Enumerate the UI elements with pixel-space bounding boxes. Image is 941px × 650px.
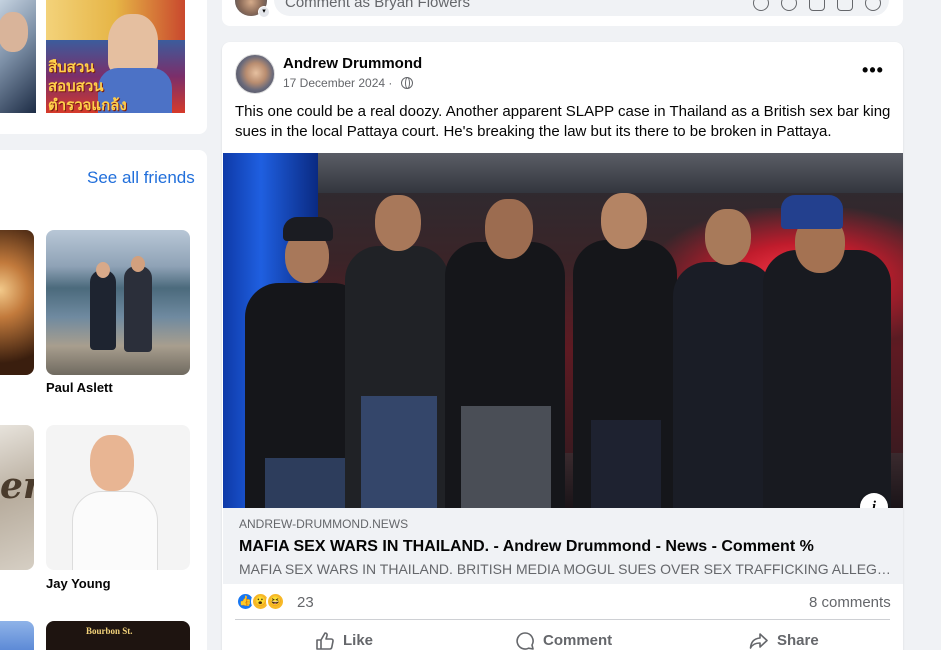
photo-caption-thai: สืบสวนสอบสวน ตำรวจแกล้ง [48, 58, 127, 113]
thumbs-up-icon [316, 632, 334, 650]
photo-thumbnail[interactable] [0, 0, 36, 113]
post-text: This one could be a real doozy. Another … [235, 103, 891, 140]
friend-tile[interactable] [0, 230, 34, 375]
friend-name[interactable]: Paul Aslett [46, 380, 113, 395]
friend-tile-jay-young[interactable] [46, 425, 190, 570]
divider [235, 619, 890, 620]
link-title[interactable]: MAFIA SEX WARS IN THAILAND. - Andrew Dru… [239, 538, 814, 556]
friends-card [0, 150, 207, 650]
photo-thumbnail[interactable]: สืบสวนสอบสวน ตำรวจแกล้ง [46, 0, 185, 113]
chevron-down-icon[interactable]: ▾ [258, 6, 270, 18]
author-name[interactable]: Andrew Drummond [283, 55, 422, 72]
see-all-friends-link[interactable]: See all friends [87, 168, 195, 188]
friend-name[interactable]: Jay Young [46, 576, 111, 591]
post-image[interactable] [223, 153, 903, 508]
friend-tile-paul-aslett[interactable] [46, 230, 190, 375]
bar-sign-text: Bourbon St. [86, 626, 133, 636]
like-button[interactable]: Like [315, 630, 395, 650]
comment-label: Comment [543, 632, 613, 649]
like-label: Like [343, 632, 374, 649]
friend-tile[interactable] [0, 621, 34, 650]
share-label: Share [777, 632, 819, 649]
share-arrow-icon [749, 633, 768, 649]
share-button[interactable]: Share [749, 630, 839, 650]
link-description: MAFIA SEX WARS IN THAILAND. BRITISH MEDI… [239, 561, 889, 577]
globe-icon [401, 77, 413, 89]
gif-icon[interactable] [837, 0, 853, 11]
post-date[interactable]: 17 December 2024 · [283, 76, 392, 90]
camera-icon[interactable] [809, 0, 825, 11]
partial-tile-text: er [0, 465, 34, 507]
friend-tile[interactable]: er [0, 425, 34, 570]
link-domain: ANDREW-DRUMMOND.NEWS [239, 517, 409, 531]
friend-tile[interactable]: Bourbon St. [46, 621, 190, 650]
more-options-button[interactable]: ••• [858, 60, 888, 84]
comment-placeholder: Comment as Bryan Flowers [285, 0, 471, 11]
reaction-count[interactable]: 23 [297, 594, 314, 611]
haha-reaction-icon: 😆 [266, 592, 285, 611]
avatar[interactable] [235, 54, 275, 94]
comment-bubble-icon [516, 632, 534, 650]
comment-button[interactable]: Comment [515, 630, 635, 650]
comment-count[interactable]: 8 comments [809, 594, 891, 611]
